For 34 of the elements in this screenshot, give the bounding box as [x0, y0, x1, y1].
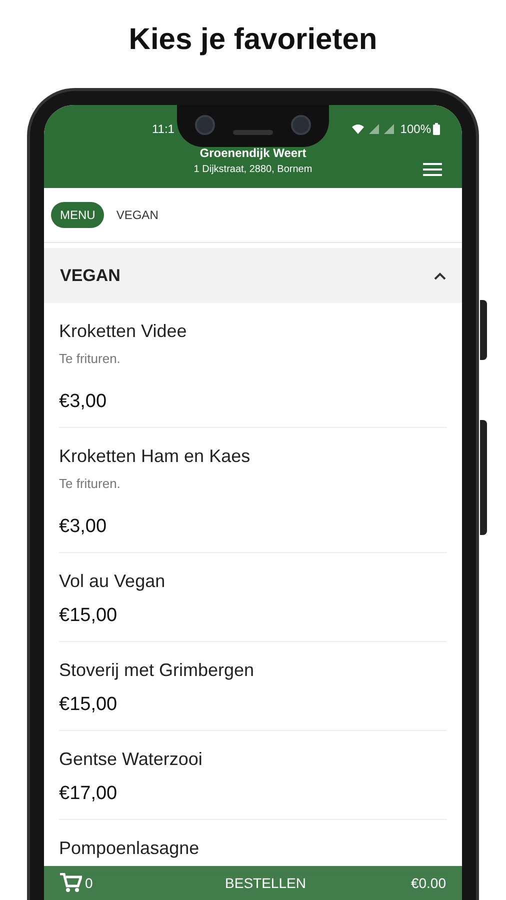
item-name: Kroketten Videe [59, 320, 188, 342]
no-signal-icon [369, 124, 380, 134]
wifi-icon [352, 124, 364, 134]
restaurant-address: 1 Dijkstraat, 2880, Bornem [194, 163, 312, 177]
battery-level: 100% [400, 121, 431, 138]
speaker-icon [233, 130, 273, 134]
status-time: 11:1 [152, 121, 174, 138]
item-price: €15,00 [59, 694, 118, 716]
category-tab[interactable]: VEGAN [116, 202, 158, 228]
order-button[interactable]: BESTELLEN [180, 872, 351, 894]
item-price: €3,00 [59, 391, 108, 413]
cart-count: 0 [85, 874, 94, 892]
item-name: Vol au Vegan [59, 570, 166, 592]
section-title: VEGAN [60, 264, 120, 287]
no-signal-icon [384, 124, 394, 134]
camera-icon [291, 115, 311, 135]
item-price: €17,00 [59, 783, 118, 805]
menu-icon[interactable] [423, 163, 442, 176]
item-name: Stoverij met Grimbergen [59, 659, 256, 681]
item-name: Pompoenlasagne [59, 837, 200, 859]
order-total: €0.00 [410, 874, 446, 892]
item-description: Te frituren. [59, 476, 122, 492]
item-name: Gentse Waterzooi [59, 748, 204, 770]
section-header[interactable]: VEGAN [44, 248, 462, 303]
item-name: Kroketten Ham en Kaes [59, 445, 252, 467]
item-price: €15,00 [59, 605, 118, 627]
battery-icon [433, 123, 440, 135]
item-description: Te frituren. [59, 351, 122, 367]
category-tab[interactable]: MENU [51, 202, 104, 228]
cart-icon [60, 873, 82, 893]
headline: Kies je favorieten [128, 22, 378, 58]
item-price: €3,00 [59, 516, 108, 538]
restaurant-name: Groenendijk Weert [200, 146, 306, 160]
camera-icon [195, 115, 215, 135]
